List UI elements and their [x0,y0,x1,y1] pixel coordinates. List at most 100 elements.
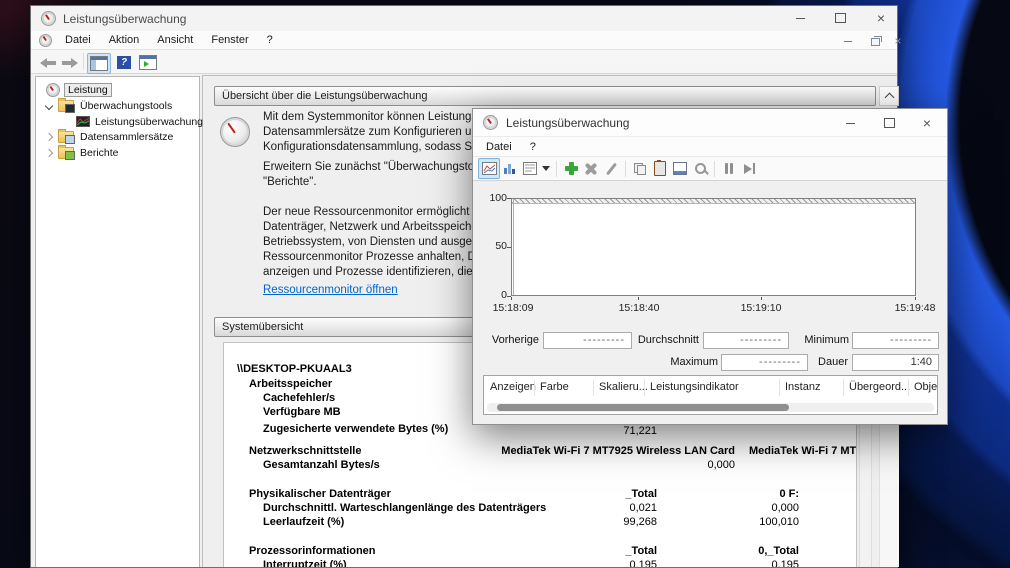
help-button[interactable] [113,53,135,72]
column-header-anzeigen[interactable]: Anzeigen [490,381,536,393]
perfmon-app-icon [483,115,498,130]
mdi-close-button[interactable] [889,35,907,47]
properties-button[interactable] [670,159,690,178]
stat-field-maximum: --------- [721,354,808,371]
report-row-counter: Durchschnittl. Warteschlangenlänge des D… [263,502,546,514]
monitor-close-button[interactable] [918,115,936,131]
tree-item-label: Datensammlersätze [80,130,174,143]
stat-label-durchschnitt: Durchschnitt [637,334,699,346]
current-time-indicator-line [513,199,514,295]
update-data-button[interactable] [739,159,759,178]
menu-datei[interactable]: Datei [56,34,100,46]
perfmon-graph-window: Leistungsüberwachung Datei ? 100 50 0 [472,108,948,425]
zoom-button[interactable] [690,159,710,178]
chevron-right-icon[interactable] [44,132,54,141]
menu-aktion[interactable]: Aktion [100,34,149,46]
counter-label: Zugesicherte verwendete Bytes (%) [263,423,449,435]
data-overlay-icon [65,134,75,144]
column-header-objekt[interactable]: Obje [914,381,937,393]
column-header-uebergeordnet[interactable]: Übergeord... [849,381,910,393]
chevron-down-icon[interactable] [44,101,54,110]
monitor-window-title: Leistungsüberwachung [506,115,630,130]
dropdown-caret-icon [542,166,550,171]
forward-button[interactable] [59,53,81,72]
tree-item-berichte[interactable]: Berichte [44,144,119,160]
report-row-section: Arbeitsspeicher [249,378,332,390]
counter-value: 100,010 [759,516,799,528]
report-row-computer: \\DESKTOP-PKUAAL3 [237,363,352,375]
chart-top-hatch-band [512,199,915,204]
menu-fenster[interactable]: Fenster [202,34,257,46]
counter-value: 71,221 [623,425,657,437]
monitor-menu-hilfe[interactable]: ? [521,141,545,153]
overview-section-header[interactable]: Übersicht über die Leistungsüberwachung [214,86,876,106]
menu-ansicht[interactable]: Ansicht [148,34,202,46]
column-header-farbe[interactable]: Farbe [540,381,569,393]
freeze-display-button[interactable] [719,159,739,178]
paste-counter-button[interactable] [650,159,670,178]
folder-monitoring-icon [58,97,75,113]
console-tree-toggle-button[interactable] [87,53,111,74]
tree-item-datensammlersaetze[interactable]: Datensammlersätze [44,128,174,144]
y-axis-tick-label: 100 [489,192,507,204]
y-tick [507,198,511,199]
overview-paragraph-3: Der neue Ressourcenmonitor ermöglicht di… [263,205,500,280]
pause-icon [725,163,733,174]
toolbar-separator [83,53,84,70]
stat-label-maximum: Maximum [670,356,718,368]
column-separator [593,379,594,396]
mdi-restore-icon [870,36,882,46]
highlight-button[interactable] [601,159,621,178]
delete-counter-button[interactable] [581,159,601,178]
maximize-button[interactable] [831,10,849,26]
mdi-minimize-button[interactable] [839,35,857,47]
main-toolbar [31,50,897,74]
menu-hilfe[interactable]: ? [258,34,282,46]
stat-value: --------- [583,334,625,346]
magnifier-icon [694,163,706,174]
scroll-up-button[interactable] [879,86,899,106]
report-row-counter: Leerlaufzeit (%) [263,516,344,528]
chevron-right-icon[interactable] [44,148,54,157]
minimize-button[interactable] [791,10,809,26]
tree-item-label: Leistung [64,82,112,97]
tree-item-leistungsueberwachung[interactable]: Leistungsüberwachung [76,114,203,129]
copy-properties-button[interactable] [630,159,650,178]
resource-monitor-link[interactable]: Ressourcenmonitor öffnen [263,284,398,296]
stat-field-minimum: --------- [852,332,939,349]
report-view-button[interactable] [520,159,540,178]
stat-value: --------- [759,356,801,368]
mdi-restore-button[interactable] [866,36,884,48]
stat-value: 1:40 [910,356,932,368]
section-label: Physikalischer Datenträger [249,488,391,500]
view-dropdown-button[interactable] [540,159,552,178]
copy-icon [634,162,646,175]
monitor-menu-datei[interactable]: Datei [477,141,521,153]
report-row-counter: Zugesicherte verwendete Bytes (%) [263,423,448,435]
instance-name: MediaTek Wi-Fi 7 MT7 [749,445,857,457]
column-header-instanz[interactable]: Instanz [785,381,820,393]
close-button[interactable] [872,10,890,26]
stat-label-dauer: Dauer [818,356,848,368]
monitor-minimize-button[interactable] [841,115,859,131]
new-window-button[interactable] [137,53,159,72]
tree-item-ueberwachungstools[interactable]: Überwachungstools [44,97,172,113]
column-header-leistungsindikator[interactable]: Leistungsindikator [650,381,739,393]
line-chart-view-button[interactable] [478,158,500,179]
overview-text-line: anzeigen und Prozesse identifizieren, di… [263,266,501,278]
report-overlay-icon [65,150,75,160]
delete-icon [585,163,597,175]
column-separator [644,379,645,396]
monitor-maximize-button[interactable] [880,115,898,131]
horizontal-scrollbar-thumb[interactable] [497,404,789,411]
tree-item-leistung[interactable]: Leistung [46,82,112,97]
column-header-skalierung[interactable]: Skalieru... [599,381,648,393]
overview-text-line: Datenträger, Netzwerk und Arbeitsspeiche… [263,221,496,233]
histogram-view-button[interactable] [500,159,520,178]
overview-paragraph-2: Erweitern Sie zunächst "Überwachungstool… [263,160,496,190]
counter-label: Leerlaufzeit (%) [263,516,345,528]
forward-arrow-icon [62,57,78,68]
report-row-counter: Verfügbare MB [263,406,341,418]
back-button[interactable] [37,53,59,72]
add-counter-button[interactable] [561,159,581,178]
